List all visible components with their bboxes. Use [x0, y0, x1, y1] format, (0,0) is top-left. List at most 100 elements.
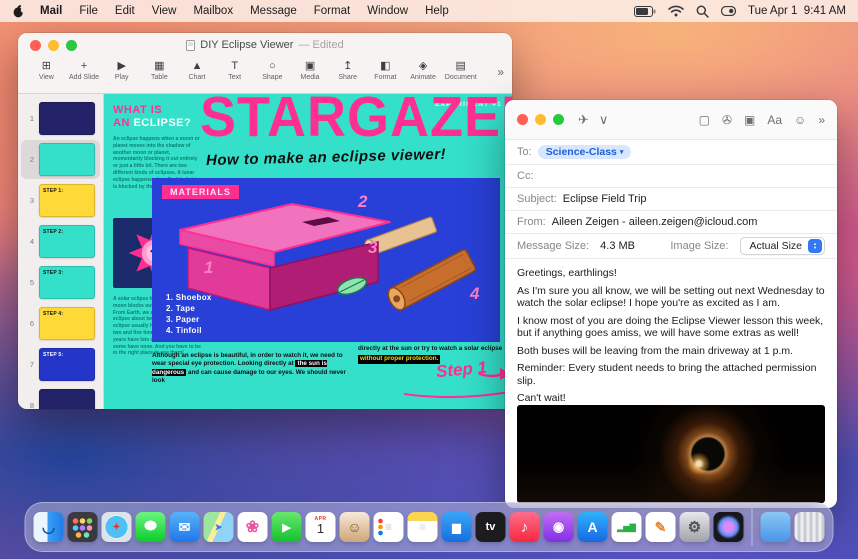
- menu-window[interactable]: Window: [367, 5, 408, 17]
- toolbar-label: Chart: [188, 74, 205, 81]
- slide-canvas[interactable]: EXPERIMENT #1 WHAT IS AN ECLIPSE? An ecl…: [104, 94, 512, 409]
- to-field[interactable]: To: Science-Class ▾: [505, 140, 837, 165]
- slide-thumb-1[interactable]: 1: [21, 99, 100, 138]
- close-button[interactable]: [517, 114, 528, 125]
- dock-messages[interactable]: [136, 512, 166, 542]
- dock-maps[interactable]: ➤: [204, 512, 234, 542]
- mail-toolbar-right: ▢ ✇ ▣ Aa ☺ »: [699, 113, 825, 127]
- toolbar-chart[interactable]: ▲Chart: [179, 60, 216, 81]
- wifi-icon[interactable]: [668, 5, 684, 17]
- toolbar-play[interactable]: ▶Play: [103, 60, 140, 81]
- token-chevron-icon[interactable]: ▾: [620, 148, 624, 156]
- dock-mail[interactable]: ✉: [170, 512, 200, 542]
- menu-bar-clock[interactable]: Tue Apr 1 9:41 AM: [748, 5, 846, 17]
- apple-menu[interactable]: [12, 4, 25, 18]
- dock-reminders[interactable]: ≡: [374, 512, 404, 542]
- menu-mailbox[interactable]: Mailbox: [193, 5, 233, 17]
- emoji-icon[interactable]: ☺: [794, 113, 806, 127]
- dock-podcasts[interactable]: ◉: [544, 512, 574, 542]
- mail-paragraph: As I'm sure you all know, we will be set…: [517, 285, 825, 310]
- menu-file[interactable]: File: [79, 5, 98, 17]
- toolbar-label: Play: [115, 74, 129, 81]
- dock-facetime[interactable]: ▶: [272, 512, 302, 542]
- dock-safari[interactable]: ✦: [102, 512, 132, 542]
- menu-format[interactable]: Format: [314, 5, 350, 17]
- mail-paragraph: Can't wait!: [517, 392, 825, 403]
- toolbar-document[interactable]: ▤Document: [442, 60, 479, 81]
- mail-toolbar-left: ✈∨: [578, 112, 618, 128]
- media-icon: ▣: [305, 60, 315, 73]
- slide-thumb-8[interactable]: 8: [21, 386, 100, 409]
- dock-siri[interactable]: [714, 512, 744, 542]
- send-icon[interactable]: ✈: [578, 112, 589, 128]
- slide-thumb-7[interactable]: 7STEP 5:: [21, 345, 100, 384]
- pages-icon: ✎: [655, 519, 667, 536]
- keynote-window[interactable]: DIY Eclipse Viewer — Edited ⊞View+Add Sl…: [18, 33, 512, 409]
- mail-body[interactable]: Greetings, earthlings!As I'm sure you al…: [505, 259, 837, 403]
- dock-pages[interactable]: ✎: [646, 512, 676, 542]
- battery-icon[interactable]: [634, 6, 656, 17]
- format-icon[interactable]: Aa: [767, 113, 782, 127]
- menu-help[interactable]: Help: [425, 5, 449, 17]
- recipient-token[interactable]: Science-Class ▾: [538, 145, 632, 159]
- dock-keynote[interactable]: ▆: [442, 512, 472, 542]
- dock-numbers[interactable]: ▂▅▇: [612, 512, 642, 542]
- image-size-select[interactable]: Actual Size ▴ ▾: [740, 237, 825, 255]
- dock-tv[interactable]: tv: [476, 512, 506, 542]
- toolbar-format[interactable]: ◧Format: [367, 60, 404, 81]
- toolbar-add-slide[interactable]: +Add Slide: [66, 60, 103, 81]
- minimize-button[interactable]: [535, 114, 546, 125]
- insert-doc-icon[interactable]: ▢: [699, 113, 710, 127]
- slide-navigator[interactable]: 123STEP 1:4STEP 2:5STEP 3:6STEP 4:7STEP …: [18, 94, 104, 409]
- dock-trash[interactable]: [795, 512, 825, 542]
- from-field[interactable]: From: Aileen Zeigen - aileen.zeigen@iclo…: [505, 211, 837, 234]
- menu-edit[interactable]: Edit: [115, 5, 135, 17]
- slide-thumb-3[interactable]: 3STEP 1:: [21, 181, 100, 220]
- toolbar-table[interactable]: ▦Table: [141, 60, 178, 81]
- dock-music[interactable]: ♪: [510, 512, 540, 542]
- toolbar-overflow-icon[interactable]: »: [497, 65, 504, 79]
- search-icon[interactable]: [696, 5, 709, 18]
- more-icon[interactable]: »: [818, 113, 825, 127]
- menu-view[interactable]: View: [152, 5, 177, 17]
- menu-mail[interactable]: Mail: [40, 5, 62, 17]
- chevron-down-icon[interactable]: ∨: [599, 112, 609, 128]
- mail-toolbar: ✈∨ ▢✇▣Aa☺»: [505, 100, 837, 140]
- slide-thumb-5[interactable]: 5STEP 3:: [21, 263, 100, 302]
- keynote-header: DIY Eclipse Viewer — Edited ⊞View+Add Sl…: [18, 33, 512, 94]
- slide-thumb-2[interactable]: 2: [21, 140, 100, 179]
- menu-message[interactable]: Message: [250, 5, 297, 17]
- dock-contacts[interactable]: ☺: [340, 512, 370, 542]
- keynote-icon: ▆: [452, 521, 460, 534]
- subject-field[interactable]: Subject: Eclipse Field Trip: [505, 188, 837, 211]
- play-icon: ▶: [117, 60, 125, 73]
- mail-compose-window[interactable]: ✈∨ ▢✇▣Aa☺» To: Science-Class ▾ Cc: Subje…: [505, 100, 837, 508]
- slide-thumb-6[interactable]: 6STEP 4:: [21, 304, 100, 343]
- safari-icon: ✦: [112, 522, 120, 533]
- eclipse-photo-attachment[interactable]: [517, 405, 825, 503]
- slide-thumb-4[interactable]: 4STEP 2:: [21, 222, 100, 261]
- dock-launchpad[interactable]: [68, 512, 98, 542]
- photo-browser-icon[interactable]: ▣: [744, 113, 755, 127]
- dock-finder[interactable]: ◡: [34, 512, 64, 542]
- contacts-icon: ☺: [347, 519, 361, 535]
- dock-app-store[interactable]: A: [578, 512, 608, 542]
- dock-notes[interactable]: ≡: [408, 512, 438, 542]
- share-icon: ↥: [343, 60, 352, 73]
- toolbar-text[interactable]: TText: [216, 60, 253, 81]
- toolbar-label: Shape: [262, 74, 282, 81]
- toolbar-shape[interactable]: ○Shape: [254, 60, 291, 81]
- dock-photos[interactable]: ❀: [238, 512, 268, 542]
- edited-badge: — Edited: [298, 39, 343, 51]
- dock-downloads-folder[interactable]: [761, 512, 791, 542]
- toolbar-media[interactable]: ▣Media: [292, 60, 329, 81]
- control-center-icon[interactable]: [721, 6, 736, 16]
- toolbar-share[interactable]: ↥Share: [329, 60, 366, 81]
- dock-settings[interactable]: ⚙: [680, 512, 710, 542]
- cc-field[interactable]: Cc:: [505, 165, 837, 188]
- zoom-button[interactable]: [553, 114, 564, 125]
- attach-icon[interactable]: ✇: [722, 113, 732, 127]
- toolbar-view[interactable]: ⊞View: [28, 60, 65, 81]
- toolbar-animate[interactable]: ◈Animate: [405, 60, 442, 81]
- dock-calendar[interactable]: APR1: [306, 512, 336, 542]
